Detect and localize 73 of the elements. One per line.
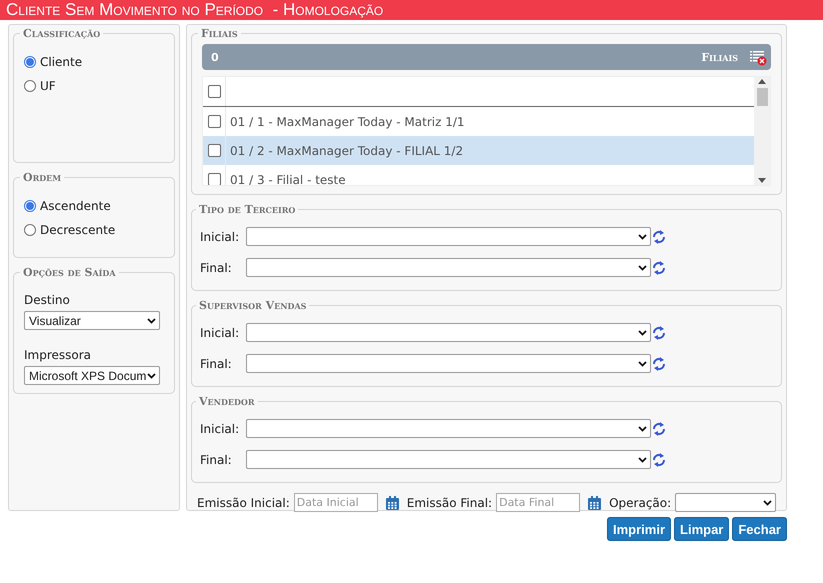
field-label: Inicial: bbox=[200, 422, 240, 436]
select-field[interactable] bbox=[246, 450, 651, 469]
radio-button[interactable] bbox=[24, 56, 36, 68]
branch-name: 01 / 1 - MaxManager Today - Matriz 1/1 bbox=[229, 114, 465, 128]
section-heading: Vendedor bbox=[198, 395, 256, 408]
field-label: Final: bbox=[200, 452, 233, 466]
chevron-down-icon bbox=[147, 318, 156, 324]
select-field[interactable] bbox=[246, 419, 651, 438]
section-heading: Filiais bbox=[200, 27, 239, 40]
action-button[interactable]: Fechar bbox=[732, 517, 787, 541]
refresh-icon[interactable] bbox=[653, 260, 665, 276]
field-label: Inicial: bbox=[200, 230, 240, 244]
row-checkbox[interactable] bbox=[208, 115, 220, 128]
row-checkbox[interactable] bbox=[208, 144, 220, 157]
list-row[interactable]: 01 / 2 - MaxManager Today - FILIAL 1/2 bbox=[203, 136, 754, 165]
field-label: Impressora bbox=[24, 348, 92, 362]
field-label: Final: bbox=[200, 260, 233, 274]
select-all-checkbox[interactable] bbox=[208, 85, 220, 98]
radio-label: Decrescente bbox=[40, 223, 116, 237]
chevron-down-icon bbox=[763, 500, 772, 506]
section-heading: Tipo de Terceiro bbox=[198, 203, 296, 216]
radio-label: Cliente bbox=[40, 55, 82, 69]
destination-dropdown[interactable]: Visualizar bbox=[24, 311, 160, 330]
select-field[interactable] bbox=[246, 227, 651, 246]
refresh-icon[interactable] bbox=[653, 420, 665, 436]
field-label: Emissão Inicial: bbox=[197, 496, 290, 510]
chevron-down-icon bbox=[638, 330, 647, 336]
chevron-down-icon bbox=[638, 360, 647, 366]
radio-button[interactable] bbox=[24, 224, 36, 236]
operation-dropdown[interactable] bbox=[675, 493, 776, 512]
calendar-icon[interactable] bbox=[588, 496, 602, 510]
radio-button[interactable] bbox=[24, 200, 36, 212]
field-label: Inicial: bbox=[200, 326, 240, 340]
date-field[interactable]: Data Final bbox=[496, 493, 580, 512]
radio-button[interactable] bbox=[24, 80, 36, 92]
scrollbar[interactable] bbox=[754, 77, 770, 185]
refresh-icon[interactable] bbox=[653, 228, 665, 244]
field-label: Emissão Final: bbox=[406, 496, 492, 510]
refresh-icon[interactable] bbox=[653, 452, 665, 468]
page-title: Cliente Sem Movimento no Período - Homologação bbox=[0, 0, 823, 20]
scroll-thumb[interactable] bbox=[756, 88, 768, 106]
field-label: Destino bbox=[24, 293, 71, 307]
radio-label: UF bbox=[40, 79, 56, 93]
select-field[interactable] bbox=[246, 258, 651, 277]
section-heading: Classificação bbox=[22, 27, 102, 40]
row-checkbox[interactable] bbox=[208, 173, 220, 185]
section-heading: Ordem bbox=[22, 171, 62, 184]
date-field[interactable]: Data Inicial bbox=[294, 493, 378, 512]
grid-title: Filiais bbox=[701, 50, 738, 64]
section-heading: Opções de Saída bbox=[22, 266, 117, 279]
branch-name: 01 / 3 - Filial - teste bbox=[229, 172, 346, 185]
select-field[interactable] bbox=[246, 323, 651, 342]
select-field[interactable] bbox=[246, 354, 651, 373]
chevron-down-icon bbox=[638, 264, 647, 270]
refresh-icon[interactable] bbox=[653, 324, 665, 340]
calendar-icon[interactable] bbox=[386, 496, 399, 510]
scroll-down-icon[interactable] bbox=[758, 178, 766, 183]
action-button[interactable]: Imprimir bbox=[607, 517, 672, 541]
action-button[interactable]: Limpar bbox=[674, 517, 730, 541]
refresh-icon[interactable] bbox=[653, 356, 665, 372]
section-heading: Supervisor Vendas bbox=[198, 299, 308, 312]
selected-count: 0 bbox=[211, 50, 219, 64]
chevron-down-icon bbox=[147, 372, 156, 378]
clear-list-icon[interactable] bbox=[750, 48, 767, 66]
chevron-down-icon bbox=[638, 234, 647, 240]
printer-dropdown[interactable]: Microsoft XPS Docum bbox=[24, 366, 160, 385]
branch-name: 01 / 2 - MaxManager Today - FILIAL 1/2 bbox=[229, 144, 464, 158]
chevron-down-icon bbox=[638, 426, 647, 432]
chevron-down-icon bbox=[638, 456, 647, 462]
field-label: Operação: bbox=[609, 496, 672, 510]
radio-label: Ascendente bbox=[40, 199, 111, 213]
scroll-up-icon[interactable] bbox=[758, 79, 766, 84]
field-label: Final: bbox=[200, 356, 233, 370]
